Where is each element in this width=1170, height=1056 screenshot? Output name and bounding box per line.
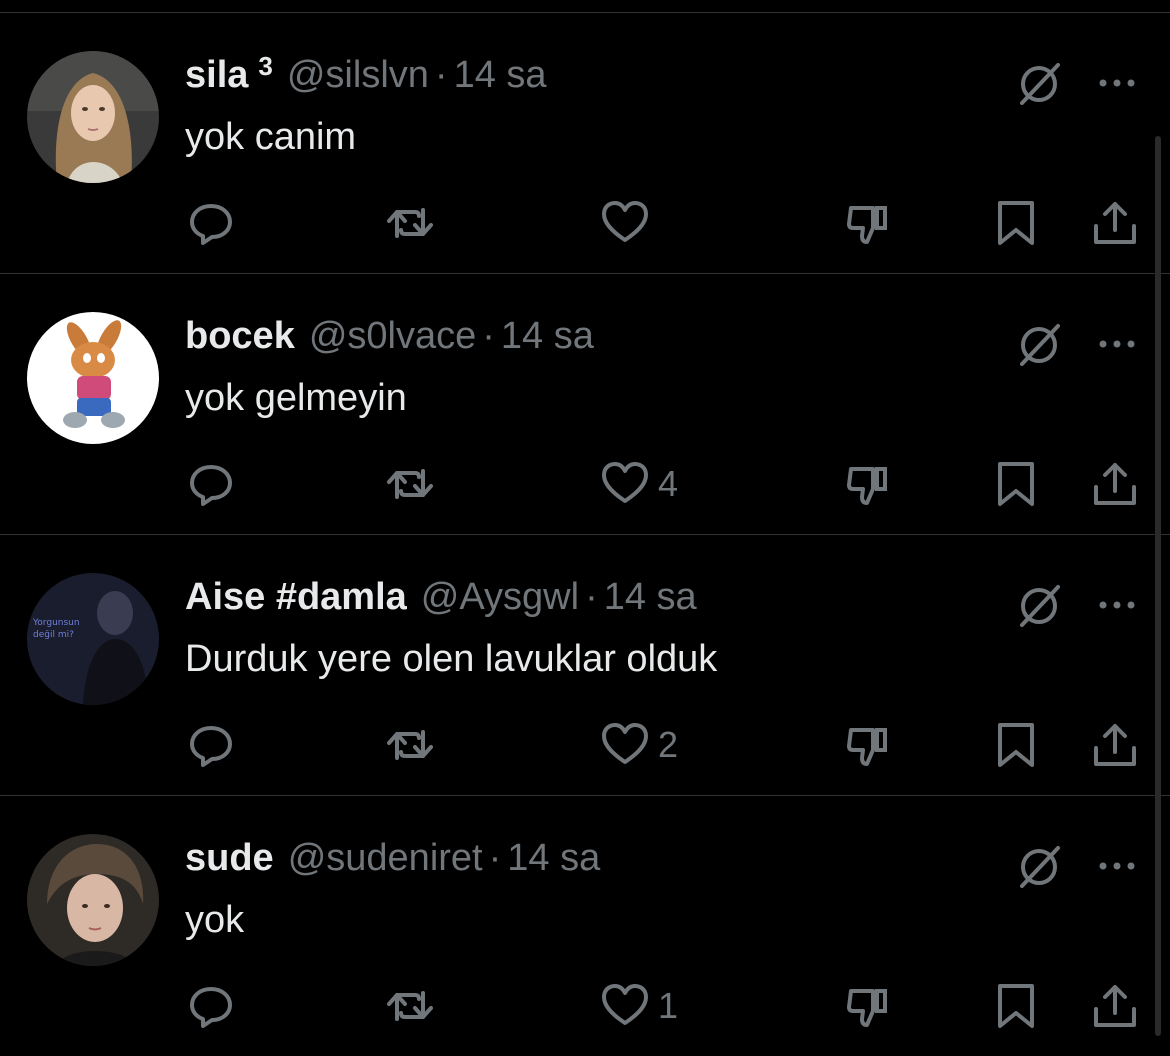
display-name[interactable]: bocek — [185, 308, 295, 364]
separator: · — [434, 54, 448, 96]
heart-icon — [602, 723, 648, 764]
avatar[interactable] — [27, 834, 159, 966]
tweet-item[interactable]: sila 3 @silslvn · 14 sa yok canim — [0, 13, 1170, 274]
grok-icon[interactable] — [1016, 322, 1062, 368]
tweet-text: Durduk yere olen lavuklar olduk — [185, 638, 718, 680]
more-icon[interactable] — [1094, 848, 1140, 884]
retweet-icon — [387, 730, 433, 760]
display-name[interactable]: sila — [185, 47, 248, 103]
bookmark-button[interactable] — [991, 195, 1041, 251]
tweet-text: yok gelmeyin — [185, 377, 407, 419]
avatar[interactable]: Yorgunsun değil mi? — [27, 573, 159, 705]
avatar-text-line-2: değil mi? — [33, 630, 74, 640]
dislike-button[interactable] — [843, 456, 893, 512]
share-icon — [1094, 202, 1136, 244]
reply-button[interactable] — [186, 978, 236, 1034]
tweet-item[interactable]: bocek @s0lvace · 14 sa yok gelmeyin 4 — [0, 274, 1170, 535]
reply-icon — [190, 465, 232, 506]
share-button[interactable] — [1090, 456, 1140, 512]
grok-icon[interactable] — [1016, 61, 1062, 107]
grok-icon[interactable] — [1016, 844, 1062, 890]
separator: · — [488, 837, 502, 879]
retweet-button[interactable] — [385, 717, 435, 773]
bookmark-icon — [998, 984, 1034, 1028]
dislike-button[interactable] — [843, 195, 893, 251]
thumbs-down-icon — [847, 206, 887, 244]
reply-icon — [190, 987, 232, 1028]
bookmark-button[interactable] — [991, 717, 1041, 773]
retweet-icon — [387, 991, 433, 1021]
timestamp[interactable]: 14 sa — [507, 830, 600, 886]
like-button[interactable] — [600, 195, 658, 251]
user-handle[interactable]: @Aysgwl — [421, 569, 579, 625]
bookmark-button[interactable] — [991, 978, 1041, 1034]
display-name[interactable]: Aise #damla — [185, 569, 407, 625]
retweet-button[interactable] — [385, 978, 435, 1034]
share-icon — [1094, 724, 1136, 766]
thumbs-down-icon — [847, 989, 887, 1027]
thumbs-down-icon — [847, 728, 887, 766]
tweet-header: sude @sudeniret · 14 sa — [185, 830, 600, 886]
like-button[interactable]: 4 — [600, 456, 678, 512]
display-name[interactable]: sude — [185, 830, 274, 886]
dislike-button[interactable] — [843, 978, 893, 1034]
tweet-text: yok canim — [185, 116, 357, 158]
dislike-button[interactable] — [843, 717, 893, 773]
badge: 3 — [258, 51, 273, 81]
more-icon[interactable] — [1094, 326, 1140, 362]
reply-icon — [190, 204, 232, 245]
share-button[interactable] — [1090, 717, 1140, 773]
separator: · — [585, 576, 598, 618]
share-button[interactable] — [1090, 978, 1140, 1034]
avatar-cartoon-rabbit-icon — [27, 312, 159, 444]
share-button[interactable] — [1090, 195, 1140, 251]
tweet-item[interactable]: Yorgunsun değil mi? Aise #damla @Aysgwl … — [0, 535, 1170, 796]
user-handle[interactable]: @sudeniret — [288, 830, 483, 886]
more-icon[interactable] — [1094, 587, 1140, 623]
avatar-text-line-1: Yorgunsun — [32, 618, 80, 628]
heart-icon — [602, 201, 648, 242]
bookmark-icon — [998, 462, 1034, 506]
tweet-text: yok — [185, 899, 245, 941]
tweet-item[interactable]: sude @sudeniret · 14 sa yok 1 — [0, 796, 1170, 1056]
timestamp[interactable]: 14 sa — [604, 569, 697, 625]
avatar-woman-photo-icon — [27, 51, 159, 183]
tweet-header: sila 3 @silslvn · 14 sa — [185, 47, 547, 103]
retweet-button[interactable] — [385, 456, 435, 512]
retweet-icon — [387, 469, 433, 499]
avatar[interactable] — [27, 312, 159, 444]
retweet-button[interactable] — [385, 195, 435, 251]
grok-icon[interactable] — [1016, 583, 1062, 629]
like-button[interactable]: 1 — [600, 978, 678, 1034]
tweet-header: bocek @s0lvace · 14 sa — [185, 308, 594, 364]
like-count: 4 — [658, 463, 679, 504]
separator: · — [482, 315, 495, 357]
heart-icon — [602, 984, 648, 1025]
share-icon — [1094, 985, 1136, 1027]
tweet-header: Aise #damla @Aysgwl · 14 sa — [185, 569, 697, 625]
reply-button[interactable] — [186, 717, 236, 773]
reply-button[interactable] — [186, 456, 236, 512]
user-handle[interactable]: @silslvn — [287, 47, 429, 103]
bookmark-icon — [998, 723, 1034, 767]
timestamp[interactable]: 14 sa — [454, 47, 547, 103]
like-button[interactable]: 2 — [600, 717, 678, 773]
avatar-boy-photo-icon — [27, 834, 159, 966]
avatar-dark-portrait-icon: Yorgunsun değil mi? — [27, 573, 159, 705]
reply-icon — [190, 726, 232, 767]
avatar[interactable] — [27, 51, 159, 183]
like-count: 2 — [658, 724, 679, 765]
timestamp[interactable]: 14 sa — [501, 308, 594, 364]
share-icon — [1094, 463, 1136, 505]
bookmark-icon — [998, 201, 1034, 245]
thumbs-down-icon — [847, 467, 887, 505]
bookmark-button[interactable] — [991, 456, 1041, 512]
heart-icon — [602, 462, 648, 503]
more-icon[interactable] — [1094, 65, 1140, 101]
scrollbar[interactable] — [1155, 136, 1161, 1036]
reply-button[interactable] — [186, 195, 236, 251]
like-count: 1 — [658, 985, 679, 1026]
user-handle[interactable]: @s0lvace — [309, 308, 476, 364]
retweet-icon — [387, 208, 433, 238]
